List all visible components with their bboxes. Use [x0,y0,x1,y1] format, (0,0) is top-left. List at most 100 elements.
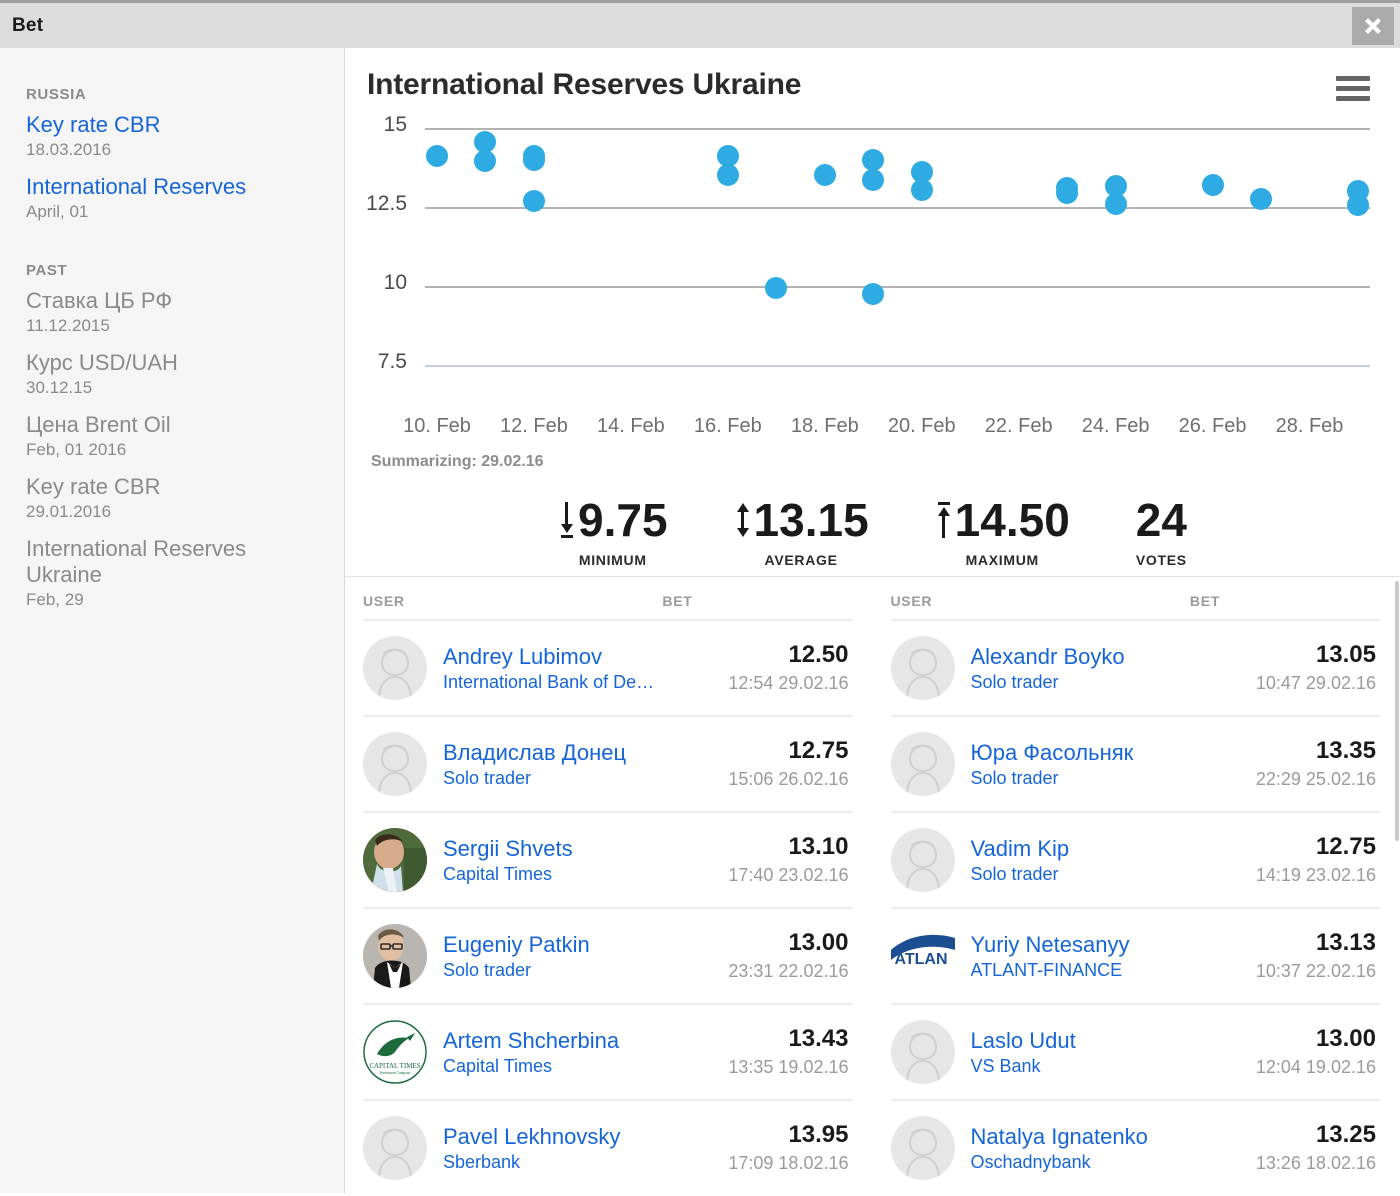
close-icon[interactable] [1352,7,1394,45]
avatar [363,732,427,796]
bet-row[interactable]: Eugeniy Patkin Solo trader 13.00 23:31 22.0… [363,907,853,1003]
stat-number: 9.75 [578,494,668,546]
scatter-point[interactable] [813,164,836,187]
x-axis-tick-label: 16. Feb [693,415,762,437]
bet-row[interactable]: CAPITAL TIMES Investment Company Artem Shc… [363,1003,853,1099]
sidebar-item-kurs-usd-uah[interactable]: Курс USD/UAH 30.12.15 [26,350,320,399]
bet-user-org[interactable]: International Bank of De… [443,670,683,694]
bet-row[interactable]: Natalya Ignatenko Oschadnybank 13.25 13:26 … [890,1099,1380,1193]
bets-table: USER BET Andrey Lubimov International Bank … [345,577,1400,1193]
scatter-point[interactable] [1347,194,1369,217]
bet-row[interactable]: ATLAN Yuriy Netesanyy ATLANT-FINANCE 13.13 1… [890,907,1380,1003]
bet-user-org[interactable]: ATLANT-FINANCE [971,958,1211,982]
scatter-point[interactable] [765,276,788,299]
bet-window: Bet RUSSIA Key rate CBR 18.03.2016 Inter… [0,0,1400,1196]
bet-user-name[interactable]: Sergii Shvets [443,835,728,862]
sidebar-item-key-rate-cbr-upcoming[interactable]: Key rate CBR 18.03.2016 [26,112,320,161]
scatter-point[interactable] [862,148,885,171]
stat-maximum: 14.50 MAXIMUM [935,497,1070,568]
scatter-point[interactable] [1056,181,1079,204]
bet-user-name[interactable]: Юра Фасольняк [971,739,1256,766]
bet-user-name[interactable]: Eugeniy Patkin [443,931,728,958]
bet-row[interactable]: Sergii Shvets Capital Times 13.10 17:40 23.… [363,811,853,907]
bet-user-org[interactable]: Capital Times [443,862,683,886]
bet-user-name[interactable]: Natalya Ignatenko [971,1123,1256,1150]
scatter-point[interactable] [862,169,885,192]
sidebar: RUSSIA Key rate CBR 18.03.2016 Internati… [0,48,345,1193]
scatter-point[interactable] [1250,188,1273,211]
sidebar-item-title[interactable]: Key rate CBR [26,112,320,138]
bet-user-org[interactable]: Capital Times [443,1054,683,1078]
bet-user-org[interactable]: Oschadnybank [971,1150,1211,1174]
stat-value-average: 13.15 [734,497,869,543]
bet-row[interactable]: Andrey Lubimov International Bank of De… 1… [363,619,853,715]
bet-user-info: Eugeniy Patkin Solo trader [443,931,728,982]
scatter-point[interactable] [426,145,448,168]
bet-user-name[interactable]: Yuriy Netesanyy [971,931,1256,958]
svg-text:ATLAN: ATLAN [894,951,947,968]
bet-user-info: Vadim Kip Solo trader [971,835,1256,886]
x-axis-tick-label: 26. Feb [1178,415,1247,437]
arrow-down-icon [558,499,576,541]
x-axis-tick-label: 14. Feb [596,415,665,437]
bet-user-name[interactable]: Laslo Udut [971,1027,1256,1054]
stat-value-minimum: 9.75 [558,497,668,543]
bet-user-name[interactable]: Artem Shcherbina [443,1027,728,1054]
scatter-point[interactable] [522,189,545,212]
avatar [363,636,427,700]
scatter-point[interactable] [1201,173,1224,196]
vertical-scrollbar[interactable] [1394,577,1400,1193]
scatter-point[interactable] [1104,192,1127,215]
bet-user-name[interactable]: Andrey Lubimov [443,643,728,670]
bet-user-name[interactable]: Pavel Lekhnovsky [443,1123,728,1150]
chart-card: International Reserves Ukraine 15 12.5 10 7… [345,48,1400,577]
sidebar-item-title[interactable]: Курс USD/UAH [26,350,320,376]
sidebar-item-international-reserves-ukraine-past[interactable]: International Reserves Ukraine Feb, 29 [26,536,320,611]
bet-user-info: Natalya Ignatenko Oschadnybank [971,1123,1256,1174]
scatter-point[interactable] [910,178,933,201]
avatar [890,732,955,796]
bet-row[interactable]: Юра Фасольняк Solo trader 13.35 22:29 25.02… [890,715,1380,811]
bet-user-org[interactable]: Solo trader [971,670,1211,694]
sidebar-item-title[interactable]: International Reserves Ukraine [26,536,284,588]
scrollbar-thumb[interactable] [1395,581,1399,841]
bet-row[interactable]: Владислав Донец Solo trader 12.75 15:06 26.… [363,715,853,811]
bet-timestamp: 10:47 29.02.16 [1255,673,1376,693]
bet-row[interactable]: Laslo Udut VS Bank 13.00 12:04 19.02.16 [890,1003,1380,1099]
bet-user-org[interactable]: VS Bank [971,1054,1211,1078]
bet-user-name[interactable]: Владислав Донец [443,739,728,766]
scatter-point[interactable] [862,282,885,305]
sidebar-item-stavka-cb-rf[interactable]: Ставка ЦБ РФ 11.12.2015 [26,288,320,337]
bet-user-org[interactable]: Solo trader [443,958,683,982]
scatter-point[interactable] [716,164,739,187]
bet-value: 12.75 [788,737,849,764]
bet-user-org[interactable]: Solo trader [971,862,1211,886]
bet-user-org[interactable]: Sberbank [443,1150,683,1174]
scatter-point[interactable] [474,150,497,173]
bet-user-name[interactable]: Vadim Kip [971,835,1256,862]
bet-user-org[interactable]: Solo trader [443,766,683,790]
scatter-point[interactable] [522,148,545,171]
sidebar-item-international-reserves-upcoming[interactable]: International Reserves April, 01 [26,174,320,223]
bet-timestamp: 10:37 22.02.16 [1255,961,1376,981]
bet-value: 13.05 [1315,641,1376,668]
avatar [890,1116,955,1180]
hamburger-menu-icon[interactable] [1332,68,1374,109]
sidebar-item-cena-brent-oil[interactable]: Цена Brent Oil Feb, 01 2016 [26,412,320,461]
bet-value: 13.00 [1315,1025,1376,1052]
bet-row[interactable]: Alexandr Boyko Solo trader 13.05 10:47 29.0… [890,619,1380,715]
sidebar-item-title[interactable]: International Reserves [26,174,320,200]
bet-amount-group: 13.25 13:26 18.02.16 [1256,1121,1380,1175]
bet-timestamp: 12:54 29.02.16 [728,673,849,693]
sidebar-item-title[interactable]: Цена Brent Oil [26,412,320,438]
sidebar-item-key-rate-cbr-past[interactable]: Key rate CBR 29.01.2016 [26,474,320,523]
bet-row[interactable]: Pavel Lekhnovsky Sberbank 13.95 17:09 18.02… [363,1099,853,1193]
bet-row[interactable]: Vadim Kip Solo trader 12.75 14:19 23.02.16 [890,811,1380,907]
sidebar-item-title[interactable]: Ставка ЦБ РФ [26,288,320,314]
sidebar-item-title[interactable]: Key rate CBR [26,474,320,500]
bet-user-org[interactable]: Solo trader [971,766,1211,790]
stat-number: 13.15 [753,494,869,546]
bet-user-name[interactable]: Alexandr Boyko [971,643,1256,670]
x-axis-tick-label: 10. Feb [403,415,471,437]
column-header-bet: BET [1189,593,1220,609]
